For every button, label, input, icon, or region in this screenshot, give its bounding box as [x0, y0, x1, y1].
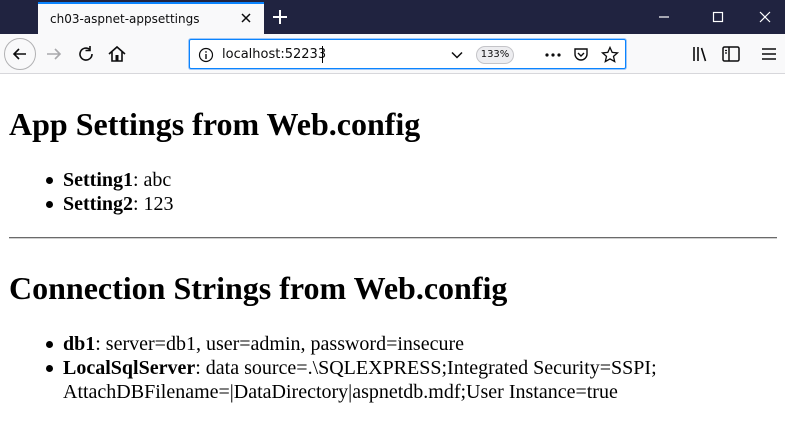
list-item: Setting2: 123 — [46, 192, 174, 216]
connection-key: db1 — [63, 333, 96, 355]
sidebar-icon[interactable] — [719, 42, 743, 66]
title-bar: ch03-aspnet-appsettings — [0, 0, 785, 34]
new-tab-icon[interactable] — [270, 7, 290, 27]
pocket-icon[interactable] — [572, 46, 590, 64]
setting-key: Setting2 — [63, 193, 133, 215]
back-button[interactable] — [4, 38, 36, 70]
forward-arrow-icon[interactable] — [42, 42, 66, 66]
setting-key: Setting1 — [63, 169, 133, 191]
close-tab-icon[interactable] — [238, 10, 254, 26]
maximize-icon[interactable] — [709, 8, 727, 26]
list-item: db1: server=db1, user=admin, password=in… — [46, 332, 657, 356]
connection-value-continued: AttachDBFilename=|DataDirectory|aspnetdb… — [63, 381, 618, 403]
library-icon[interactable] — [689, 42, 713, 66]
connection-strings-list: db1: server=db1, user=admin, password=in… — [46, 332, 657, 404]
url-text: localhost:52233 — [222, 47, 327, 62]
setting-value: : abc — [133, 169, 172, 191]
navigation-toolbar: localhost:52233 133% — [0, 34, 785, 74]
more-actions-icon[interactable] — [544, 47, 562, 63]
list-item: LocalSqlServer: data source=.\SQLEXPRESS… — [46, 356, 657, 404]
browser-tab[interactable]: ch03-aspnet-appsettings — [38, 2, 264, 34]
connection-strings-heading: Connection Strings from Web.config — [9, 270, 508, 306]
hamburger-menu-icon[interactable] — [757, 42, 781, 66]
bookmark-star-icon[interactable] — [600, 45, 620, 65]
text-caret — [322, 46, 323, 63]
app-settings-list: Setting1: abc Setting2: 123 — [46, 168, 174, 216]
address-bar[interactable]: localhost:52233 133% — [189, 39, 626, 69]
horizontal-rule — [9, 237, 777, 239]
home-icon[interactable] — [105, 42, 129, 66]
setting-value: : 123 — [133, 193, 174, 215]
app-settings-heading: App Settings from Web.config — [9, 106, 421, 142]
tab-title: ch03-aspnet-appsettings — [50, 12, 200, 26]
minimize-icon[interactable] — [655, 8, 673, 26]
connection-value: : server=db1, user=admin, password=insec… — [95, 333, 464, 355]
connection-key: LocalSqlServer — [63, 357, 196, 379]
back-arrow-icon — [12, 48, 26, 60]
list-item: Setting1: abc — [46, 168, 174, 192]
chevron-down-icon[interactable] — [450, 48, 464, 62]
close-window-icon[interactable] — [756, 8, 774, 26]
reload-icon[interactable] — [74, 42, 98, 66]
page-content: App Settings from Web.config Setting1: a… — [0, 75, 785, 421]
zoom-level-badge[interactable]: 133% — [476, 46, 514, 64]
site-info-icon[interactable] — [198, 47, 214, 63]
connection-value: : data source=.\SQLEXPRESS;Integrated Se… — [195, 357, 657, 379]
